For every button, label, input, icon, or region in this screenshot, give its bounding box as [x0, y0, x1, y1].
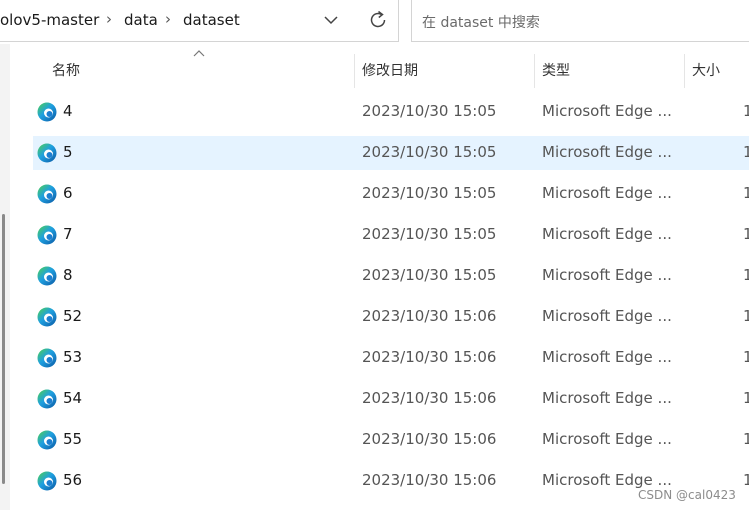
- file-size: 1: [743, 471, 749, 489]
- microsoft-edge-icon: [37, 266, 57, 286]
- file-date-modified: 2023/10/30 15:05: [362, 102, 497, 120]
- file-row[interactable]: 52 2023/10/30 15:06 Microsoft Edge ... 1: [33, 300, 749, 334]
- microsoft-edge-icon: [37, 471, 57, 491]
- column-header-size[interactable]: 大小: [692, 60, 720, 80]
- column-divider[interactable]: [684, 54, 685, 88]
- file-size: 1: [743, 102, 749, 120]
- address-bar[interactable]: olov5-master › data › dataset: [0, 0, 399, 42]
- file-type: Microsoft Edge ...: [542, 389, 672, 407]
- file-row[interactable]: 8 2023/10/30 15:05 Microsoft Edge ... 1: [33, 259, 749, 293]
- file-date-modified: 2023/10/30 15:06: [362, 430, 497, 448]
- breadcrumb-separator-icon[interactable]: ›: [165, 10, 171, 28]
- search-input[interactable]: 在 dataset 中搜索: [411, 0, 749, 42]
- scrollbar-thumb[interactable]: [2, 214, 5, 484]
- file-name[interactable]: 53: [63, 348, 82, 366]
- breadcrumb-separator-icon[interactable]: ›: [106, 10, 112, 28]
- file-type: Microsoft Edge ...: [542, 307, 672, 325]
- microsoft-edge-icon: [37, 430, 57, 450]
- navigation-pane-edge: [0, 44, 10, 510]
- microsoft-edge-icon: [37, 102, 57, 122]
- file-size: 1: [743, 389, 749, 407]
- chevron-down-icon[interactable]: [320, 8, 342, 32]
- file-name[interactable]: 52: [63, 307, 82, 325]
- file-date-modified: 2023/10/30 15:06: [362, 389, 497, 407]
- file-size: 1: [743, 430, 749, 448]
- microsoft-edge-icon: [37, 184, 57, 204]
- file-name[interactable]: 54: [63, 389, 82, 407]
- file-type: Microsoft Edge ...: [542, 184, 672, 202]
- search-placeholder: 在 dataset 中搜索: [422, 15, 540, 31]
- file-type: Microsoft Edge ...: [542, 225, 672, 243]
- file-name[interactable]: 6: [63, 184, 73, 202]
- file-name[interactable]: 7: [63, 225, 73, 243]
- microsoft-edge-icon: [37, 389, 57, 409]
- file-date-modified: 2023/10/30 15:06: [362, 348, 497, 366]
- file-date-modified: 2023/10/30 15:05: [362, 143, 497, 161]
- file-row[interactable]: 53 2023/10/30 15:06 Microsoft Edge ... 1: [33, 341, 749, 375]
- microsoft-edge-icon: [37, 143, 57, 163]
- microsoft-edge-icon: [37, 225, 57, 245]
- file-size: 1: [743, 143, 749, 161]
- file-name[interactable]: 55: [63, 430, 82, 448]
- file-row[interactable]: 55 2023/10/30 15:06 Microsoft Edge ... 1: [33, 423, 749, 457]
- file-size: 1: [743, 266, 749, 284]
- file-size: 1: [743, 307, 749, 325]
- file-row[interactable]: 6 2023/10/30 15:05 Microsoft Edge ... 1: [33, 177, 749, 211]
- file-name[interactable]: 8: [63, 266, 73, 284]
- microsoft-edge-icon: [37, 307, 57, 327]
- file-date-modified: 2023/10/30 15:05: [362, 225, 497, 243]
- refresh-icon[interactable]: [367, 8, 389, 32]
- file-size: 1: [743, 348, 749, 366]
- file-date-modified: 2023/10/30 15:05: [362, 266, 497, 284]
- file-type: Microsoft Edge ...: [542, 348, 672, 366]
- file-name[interactable]: 4: [63, 102, 73, 120]
- file-row[interactable]: 5 2023/10/30 15:05 Microsoft Edge ... 1: [33, 136, 749, 170]
- breadcrumb-item-dataset[interactable]: dataset: [183, 11, 240, 29]
- column-header-name[interactable]: 名称: [52, 60, 80, 80]
- file-date-modified: 2023/10/30 15:05: [362, 184, 497, 202]
- file-type: Microsoft Edge ...: [542, 266, 672, 284]
- file-name[interactable]: 5: [63, 143, 73, 161]
- file-size: 1: [743, 225, 749, 243]
- column-divider[interactable]: [534, 54, 535, 88]
- column-header-date-modified[interactable]: 修改日期: [362, 60, 418, 80]
- file-row[interactable]: 54 2023/10/30 15:06 Microsoft Edge ... 1: [33, 382, 749, 416]
- microsoft-edge-icon: [37, 348, 57, 368]
- file-type: Microsoft Edge ...: [542, 102, 672, 120]
- file-type: Microsoft Edge ...: [542, 430, 672, 448]
- column-header-type[interactable]: 类型: [542, 60, 570, 80]
- file-name[interactable]: 56: [63, 471, 82, 489]
- file-row[interactable]: 4 2023/10/30 15:05 Microsoft Edge ... 1: [33, 95, 749, 129]
- sort-ascending-icon: [193, 50, 205, 57]
- file-type: Microsoft Edge ...: [542, 143, 672, 161]
- watermark: CSDN @cal0423: [638, 488, 736, 502]
- breadcrumb-item-olov5-master[interactable]: olov5-master: [0, 11, 99, 29]
- file-size: 1: [743, 184, 749, 202]
- navigation-bar: olov5-master › data › dataset 在 dataset …: [0, 0, 749, 44]
- file-date-modified: 2023/10/30 15:06: [362, 471, 497, 489]
- file-type: Microsoft Edge ...: [542, 471, 672, 489]
- file-date-modified: 2023/10/30 15:06: [362, 307, 497, 325]
- breadcrumb-item-data[interactable]: data: [124, 11, 158, 29]
- column-divider[interactable]: [354, 54, 355, 88]
- file-row[interactable]: 7 2023/10/30 15:05 Microsoft Edge ... 1: [33, 218, 749, 252]
